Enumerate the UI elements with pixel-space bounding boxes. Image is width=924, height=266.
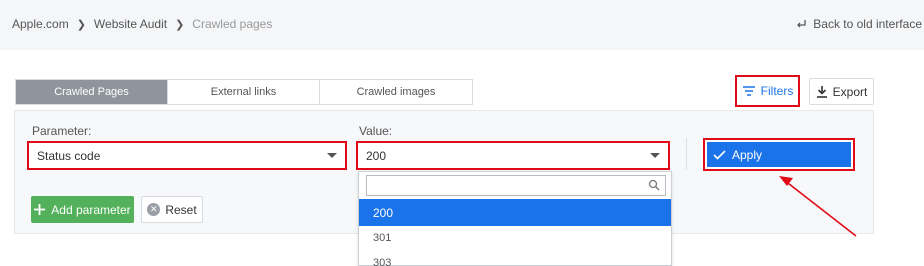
export-button[interactable]: Export — [809, 78, 874, 105]
plus-icon — [34, 204, 46, 215]
checkmark-icon — [713, 149, 726, 160]
top-bar: Apple.com ❯ Website Audit ❯ Crawled page… — [0, 0, 924, 50]
reset-label: Reset — [165, 202, 197, 217]
dropdown-option-301[interactable]: 301 — [359, 224, 671, 251]
add-parameter-button[interactable]: Add parameter — [31, 196, 134, 223]
value-select-value: 200 — [366, 148, 387, 163]
breadcrumb-item-audit[interactable]: Website Audit — [94, 17, 167, 31]
tab-bar: Crawled Pages External links Crawled ima… — [15, 79, 473, 105]
parameter-select[interactable]: Status code — [27, 141, 347, 170]
chevron-right-icon: ❯ — [175, 18, 185, 31]
chevron-right-icon: ❯ — [76, 18, 86, 31]
dropdown-option-303[interactable]: 303 — [359, 249, 671, 266]
parameter-select-value: Status code — [37, 148, 101, 163]
value-label: Value: — [359, 124, 393, 138]
dropdown-option-200[interactable]: 200 — [359, 199, 671, 226]
download-icon — [816, 86, 827, 98]
search-icon — [648, 179, 660, 191]
filter-icon — [742, 86, 755, 96]
back-link-label: Back to old interface — [813, 17, 922, 31]
value-select[interactable]: 200 — [356, 141, 670, 170]
return-arrow-icon — [797, 20, 806, 28]
reset-button[interactable]: ✕ Reset — [141, 196, 203, 223]
filters-label: Filters — [760, 84, 794, 98]
breadcrumb: Apple.com ❯ Website Audit ❯ Crawled page… — [12, 17, 272, 31]
close-circle-icon: ✕ — [147, 203, 161, 216]
breadcrumb-item-domain[interactable]: Apple.com — [12, 17, 69, 31]
chevron-down-icon — [327, 153, 337, 158]
apply-button[interactable]: Apply — [707, 142, 851, 167]
chevron-down-icon — [650, 153, 660, 158]
tab-crawled-images[interactable]: Crawled images — [320, 80, 472, 104]
export-label: Export — [832, 84, 868, 99]
breadcrumb-item-current: Crawled pages — [192, 17, 273, 31]
apply-label: Apply — [732, 147, 763, 162]
filters-button[interactable]: Filters — [735, 75, 800, 107]
tab-crawled-pages[interactable]: Crawled Pages — [16, 80, 168, 104]
divider — [686, 138, 687, 170]
apply-highlight: Apply — [703, 138, 855, 171]
parameter-label: Parameter: — [32, 124, 92, 138]
dropdown-search-input[interactable] — [366, 175, 666, 196]
back-to-old-interface-link[interactable]: Back to old interface — [795, 17, 922, 31]
value-dropdown: 200 301 303 — [358, 171, 672, 266]
tab-external-links[interactable]: External links — [168, 80, 320, 104]
add-parameter-label: Add parameter — [51, 202, 131, 217]
